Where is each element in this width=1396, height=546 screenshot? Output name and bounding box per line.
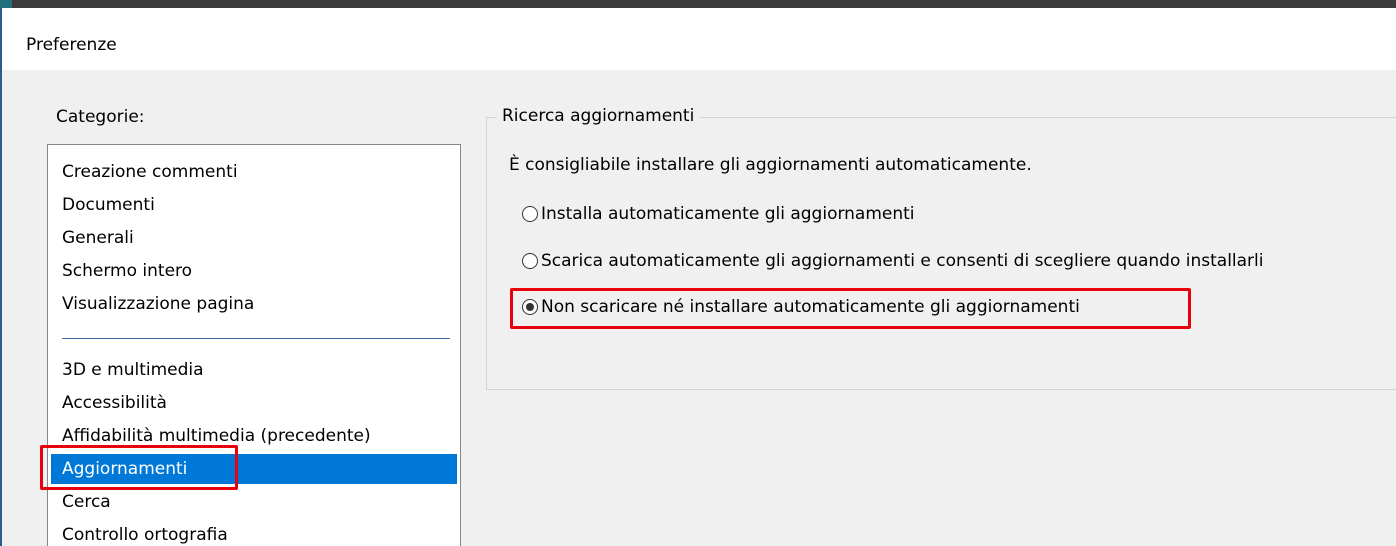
- window-left-edge: [0, 8, 2, 546]
- window-accent: [0, 0, 12, 8]
- radio-install-automatically[interactable]: Installa automaticamente gli aggiornamen…: [522, 202, 915, 226]
- categories-label: Categorie:: [56, 107, 145, 127]
- categories-list[interactable]: Creazione commenti Documenti Generali Sc…: [47, 144, 461, 546]
- radio-download-choose-install[interactable]: Scarica automaticamente gli aggiornament…: [522, 249, 1264, 273]
- category-item-cerca[interactable]: Cerca: [48, 487, 458, 517]
- category-item-3d-multimedia[interactable]: 3D e multimedia: [48, 355, 458, 385]
- category-item-accessibilita[interactable]: Accessibilità: [48, 388, 458, 418]
- radio-button-icon: [522, 206, 538, 222]
- category-item-affidabilita-multimedia[interactable]: Affidabilità multimedia (precedente): [48, 421, 458, 451]
- window-title: Preferenze: [26, 35, 117, 55]
- title-bar: [2, 8, 1396, 70]
- radio-no-download-install[interactable]: Non scaricare né installare automaticame…: [522, 295, 1080, 319]
- radio-label: Installa automaticamente gli aggiornamen…: [541, 204, 915, 224]
- category-item-schermo-intero[interactable]: Schermo intero: [48, 256, 458, 286]
- category-item-creazione-commenti[interactable]: Creazione commenti: [48, 157, 458, 187]
- radio-button-checked-icon: [522, 299, 538, 315]
- radio-button-icon: [522, 253, 538, 269]
- radio-label: Scarica automaticamente gli aggiornament…: [541, 251, 1264, 271]
- category-item-documenti[interactable]: Documenti: [48, 190, 458, 220]
- window-top-edge: [0, 0, 1396, 8]
- category-item-generali[interactable]: Generali: [48, 223, 458, 253]
- category-item-aggiornamenti[interactable]: Aggiornamenti: [51, 454, 457, 484]
- updates-group-title: Ricerca aggiornamenti: [497, 104, 701, 128]
- category-item-controllo-ortografia[interactable]: Controllo ortografia: [48, 520, 458, 546]
- radio-label: Non scaricare né installare automaticame…: [541, 297, 1080, 317]
- category-item-visualizzazione-pagina[interactable]: Visualizzazione pagina: [48, 289, 458, 319]
- updates-info-text: È consigliabile installare gli aggiornam…: [509, 155, 1032, 175]
- category-separator: [62, 338, 450, 339]
